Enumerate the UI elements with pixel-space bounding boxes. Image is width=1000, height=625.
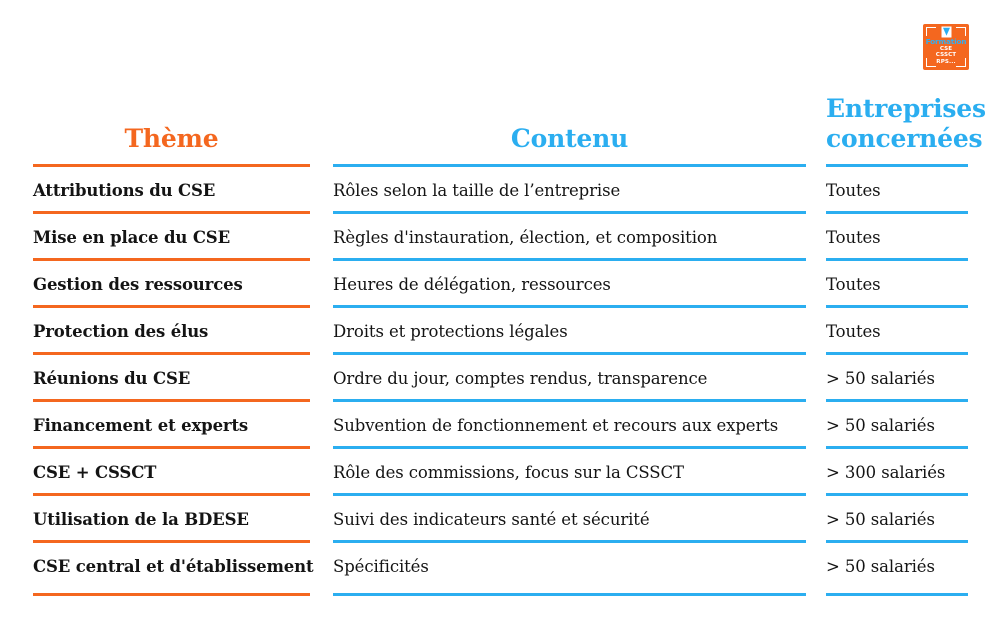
table-cell-theme: CSE central et d'établissement xyxy=(33,557,314,576)
table-row-rule xyxy=(33,399,310,402)
column-header-contenu: Contenu xyxy=(510,124,629,153)
table-cell-theme: Financement et experts xyxy=(33,416,249,435)
table-row-rule xyxy=(333,540,806,543)
table-cell-theme: Mise en place du CSE xyxy=(33,228,230,247)
logo-line-rps: RPS... xyxy=(936,58,956,65)
table-cell-theme: Réunions du CSE xyxy=(33,369,191,388)
table-row-rule xyxy=(826,305,968,308)
formation-cse-logo: Formation CSE CSSCT RPS... xyxy=(923,24,969,70)
table-row-rule xyxy=(333,352,806,355)
table-cell-entreprise: Toutes xyxy=(826,275,881,294)
table-row-rule xyxy=(826,540,968,543)
table-row-rule xyxy=(33,305,310,308)
table-row-rule xyxy=(33,593,310,596)
table-row-rule xyxy=(826,211,968,214)
column-header-entreprises: Entreprises concernées xyxy=(826,94,986,153)
table-row-rule xyxy=(33,258,310,261)
table-cell-contenu: Heures de délégation, ressources xyxy=(333,275,611,294)
table-cell-contenu: Ordre du jour, comptes rendus, transpare… xyxy=(333,369,708,388)
table-row-rule xyxy=(826,493,968,496)
table-cell-contenu: Subvention de fonctionnement et recours … xyxy=(333,416,779,435)
table-cell-entreprise: > 300 salariés xyxy=(826,463,946,482)
table-row-rule xyxy=(826,446,968,449)
table-cell-contenu: Rôles selon la taille de l’entreprise xyxy=(333,181,621,200)
table-cell-theme: Attributions du CSE xyxy=(33,181,216,200)
table-cell-contenu: Rôle des commissions, focus sur la CSSCT xyxy=(333,463,684,482)
slide-canvas: Formation CSE CSSCT RPS... Thème Attribu… xyxy=(0,0,1000,625)
table-row-rule xyxy=(33,540,310,543)
table-row-rule xyxy=(333,399,806,402)
column-header-rule-contenu xyxy=(333,164,806,167)
table-cell-entreprise: > 50 salariés xyxy=(826,557,935,576)
table-row-rule xyxy=(826,593,968,596)
table-cell-theme: Gestion des ressources xyxy=(33,275,243,294)
table-cell-entreprise: > 50 salariés xyxy=(826,510,935,529)
table-row-rule xyxy=(33,352,310,355)
table-cell-contenu: Spécificités xyxy=(333,557,429,576)
table-cell-theme: CSE + CSSCT xyxy=(33,463,157,482)
table-row-rule xyxy=(333,305,806,308)
column-header-theme: Thème xyxy=(124,124,219,153)
logo-wordmark: Formation xyxy=(925,36,967,46)
column-header-rule-entreprise xyxy=(826,164,968,167)
table-row-rule xyxy=(333,258,806,261)
table-cell-contenu: Droits et protections légales xyxy=(333,322,568,341)
table-cell-contenu: Règles d'instauration, élection, et comp… xyxy=(333,228,718,247)
table-row-rule xyxy=(333,446,806,449)
table-row-rule xyxy=(826,399,968,402)
column-header-contenu-zone: Contenu xyxy=(333,88,806,154)
table-cell-contenu: Suivi des indicateurs santé et sécurité xyxy=(333,510,650,529)
column-header-entreprises-zone: Entreprises concernées xyxy=(826,88,986,154)
table-row-rule xyxy=(826,352,968,355)
table-row-rule xyxy=(333,211,806,214)
table-row-rule xyxy=(33,493,310,496)
column-header-rule-theme xyxy=(33,164,310,167)
table-cell-entreprise: Toutes xyxy=(826,181,881,200)
table-cell-entreprise: Toutes xyxy=(826,322,881,341)
table-cell-entreprise: Toutes xyxy=(826,228,881,247)
table-cell-entreprise: > 50 salariés xyxy=(826,416,935,435)
table-row-rule xyxy=(333,493,806,496)
table-cell-entreprise: > 50 salariés xyxy=(826,369,935,388)
column-header-theme-zone: Thème xyxy=(33,88,310,154)
table-row-rule xyxy=(33,446,310,449)
table-row-rule xyxy=(826,258,968,261)
table-cell-theme: Protection des élus xyxy=(33,322,209,341)
logo-subject-lines: CSE CSSCT RPS... xyxy=(923,46,969,65)
table-row-rule xyxy=(333,593,806,596)
table-row-rule xyxy=(33,211,310,214)
table-cell-theme: Utilisation de la BDESE xyxy=(33,510,249,529)
